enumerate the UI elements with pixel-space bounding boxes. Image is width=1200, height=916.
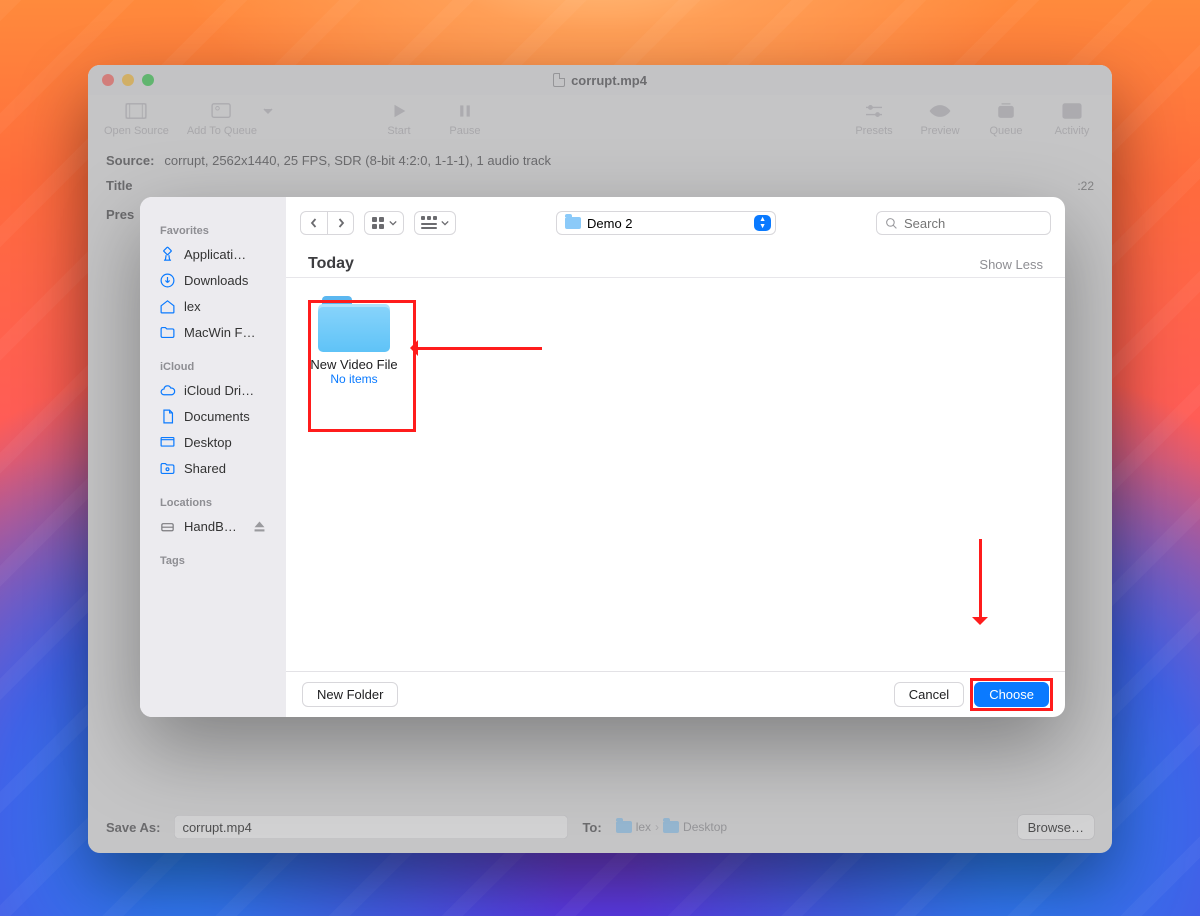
window-title: corrupt.mp4 xyxy=(88,73,1112,88)
sidebar-item-home[interactable]: lex xyxy=(150,293,276,319)
cloud-icon xyxy=(158,381,176,399)
chooser-footer: New Folder Cancel Choose xyxy=(286,671,1065,717)
document-icon xyxy=(553,73,565,87)
search-field[interactable] xyxy=(876,211,1051,235)
new-folder-button[interactable]: New Folder xyxy=(302,682,398,707)
source-info: Source: corrupt, 2562x1440, 25 FPS, SDR … xyxy=(88,149,1112,178)
search-input[interactable] xyxy=(904,216,1024,231)
add-to-queue-dropdown[interactable] xyxy=(257,101,279,137)
chooser-main: Demo 2 ▲▼ Today Show Less New Video File… xyxy=(286,197,1065,717)
to-label: To: xyxy=(582,820,601,835)
sidebar-item-downloads[interactable]: Downloads xyxy=(150,267,276,293)
nav-back-forward xyxy=(300,211,354,235)
film-icon xyxy=(125,101,147,121)
image-plus-icon xyxy=(211,101,233,121)
shared-folder-icon xyxy=(158,459,176,477)
chevron-down-icon xyxy=(389,219,397,227)
annotation-highlight-choose xyxy=(970,678,1053,711)
chooser-toolbar: Demo 2 ▲▼ xyxy=(286,197,1065,249)
start-button[interactable]: Start xyxy=(375,101,423,137)
eject-icon[interactable] xyxy=(250,517,268,535)
folder-new-video-file[interactable]: New Video File No items xyxy=(304,296,404,386)
folder-icon xyxy=(663,821,679,833)
preview-button[interactable]: Preview xyxy=(916,101,964,137)
folder-icon xyxy=(158,323,176,341)
cancel-button[interactable]: Cancel xyxy=(894,682,964,707)
save-as-label: Save As: xyxy=(106,820,160,835)
sidebar-heading-tags: Tags xyxy=(160,555,266,567)
chevron-down-icon xyxy=(257,101,279,121)
folder-icon xyxy=(616,821,632,833)
dropdown-stepper-icon: ▲▼ xyxy=(754,215,771,231)
applications-icon xyxy=(158,245,176,263)
sliders-icon xyxy=(863,101,885,121)
annotation-highlight-folder xyxy=(308,300,416,432)
maximize-button[interactable] xyxy=(142,74,154,86)
desktop-icon xyxy=(158,433,176,451)
show-less-link[interactable]: Show Less xyxy=(979,257,1043,272)
download-icon xyxy=(158,271,176,289)
disk-icon xyxy=(158,517,176,535)
file-area[interactable]: New Video File No items xyxy=(286,278,1065,671)
location-folder-dropdown[interactable]: Demo 2 ▲▼ xyxy=(556,211,776,235)
save-as-input[interactable] xyxy=(174,815,568,839)
open-source-button[interactable]: Open Source xyxy=(104,101,169,137)
annotation-arrow-folder xyxy=(412,347,542,350)
chooser-sidebar: Favorites Applicati… Downloads lex MacWi… xyxy=(140,197,286,717)
sidebar-item-applications[interactable]: Applicati… xyxy=(150,241,276,267)
view-mode-button[interactable] xyxy=(364,211,404,235)
chevron-down-icon xyxy=(441,219,449,227)
sidebar-item-shared[interactable]: Shared xyxy=(150,455,276,481)
browse-button[interactable]: Browse… xyxy=(1018,815,1094,839)
eye-icon xyxy=(929,101,951,121)
queue-button[interactable]: Queue xyxy=(982,101,1030,137)
activity-icon xyxy=(1061,101,1083,121)
search-icon xyxy=(885,217,898,230)
sidebar-item-desktop[interactable]: Desktop xyxy=(150,429,276,455)
play-icon xyxy=(388,101,410,121)
nav-back-button[interactable] xyxy=(301,212,327,234)
pause-icon xyxy=(454,101,476,121)
folder-icon xyxy=(565,217,581,229)
pause-button[interactable]: Pause xyxy=(441,101,489,137)
close-button[interactable] xyxy=(102,74,114,86)
sidebar-heading-icloud: iCloud xyxy=(160,361,266,373)
app-toolbar: Open Source Add To Queue Start Pause Pre… xyxy=(88,95,1112,149)
sidebar-item-documents[interactable]: Documents xyxy=(150,403,276,429)
minimize-button[interactable] xyxy=(122,74,134,86)
traffic-lights xyxy=(102,74,154,86)
sidebar-item-handbrake-disk[interactable]: HandB… xyxy=(150,513,276,539)
document-icon xyxy=(158,407,176,425)
home-icon xyxy=(158,297,176,315)
activity-button[interactable]: Activity xyxy=(1048,101,1096,137)
save-row: Save As: To: lex › Desktop Browse… xyxy=(88,815,1112,839)
presets-button[interactable]: Presets xyxy=(850,101,898,137)
file-chooser-dialog: Favorites Applicati… Downloads lex MacWi… xyxy=(140,197,1065,717)
sidebar-heading-locations: Locations xyxy=(160,497,266,509)
sidebar-heading-favorites: Favorites xyxy=(160,225,266,237)
add-to-queue-button[interactable]: Add To Queue xyxy=(187,101,257,137)
section-title: Today xyxy=(308,255,354,273)
sidebar-item-macwin[interactable]: MacWin F… xyxy=(150,319,276,345)
annotation-arrow-choose xyxy=(979,539,982,623)
group-mode-button[interactable] xyxy=(414,211,456,235)
to-breadcrumb: lex › Desktop xyxy=(616,820,727,834)
section-header: Today Show Less xyxy=(286,249,1065,278)
sidebar-item-icloud-drive[interactable]: iCloud Dri… xyxy=(150,377,276,403)
queue-icon xyxy=(995,101,1017,121)
titlebar: corrupt.mp4 xyxy=(88,65,1112,95)
nav-forward-button[interactable] xyxy=(327,212,353,234)
